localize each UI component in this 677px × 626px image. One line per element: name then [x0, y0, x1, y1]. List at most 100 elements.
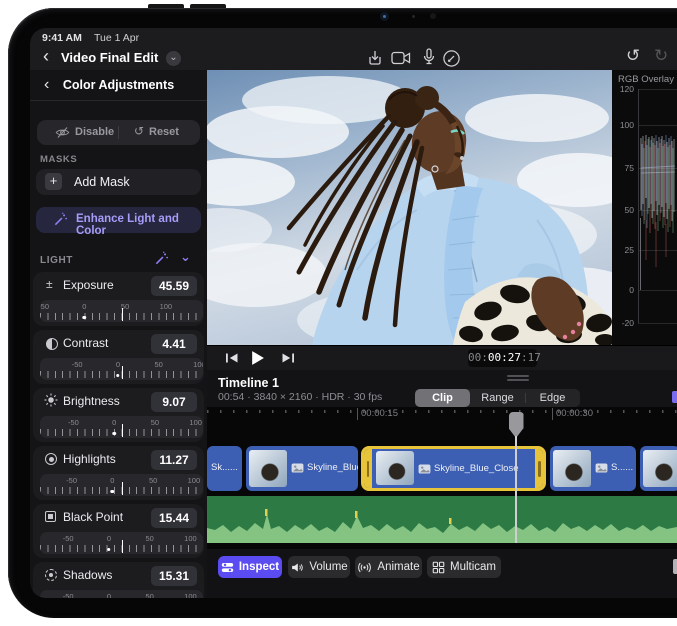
trim-handle-left[interactable]: [364, 449, 372, 488]
video-frame-image: [207, 70, 612, 345]
clip-3-selected[interactable]: Skyline_Blue_Close: [361, 446, 546, 491]
timeline-meta: 00:54 · 3840 × 2160 · HDR · 30 fps: [218, 391, 382, 403]
slider-shadows: Shadows 15.31 -50 0 50 100: [33, 562, 204, 598]
plus-icon: +: [45, 173, 62, 190]
clip-4[interactable]: S......: [550, 446, 636, 491]
multicam-label: Multicam: [450, 561, 496, 573]
timecode-minsec: 00:27: [488, 351, 521, 364]
mode-clip[interactable]: Clip: [415, 389, 470, 407]
play-icon[interactable]: [250, 350, 265, 366]
animate-button[interactable]: Animate: [355, 556, 422, 578]
mode-range[interactable]: Range: [470, 389, 525, 407]
drag-handle[interactable]: [507, 375, 529, 377]
mode-edge[interactable]: Edge: [525, 389, 580, 407]
clip-2[interactable]: Skyline_Blue_Wide: [246, 446, 358, 491]
slider-value[interactable]: 11.27: [151, 450, 197, 470]
value-cursor: [122, 424, 124, 437]
disable-button[interactable]: Disable: [75, 126, 114, 138]
slider-ruler[interactable]: -50 0 50 100: [40, 532, 203, 554]
slider-ruler[interactable]: -50 0 50 100: [40, 474, 203, 496]
clip-label: Skyline_Blue_Close: [434, 463, 519, 474]
slider-value[interactable]: 15.31: [151, 566, 197, 586]
timecode-display[interactable]: 00:00:27:17: [468, 349, 537, 367]
masks-section-label: MASKS: [40, 154, 77, 165]
drag-handle[interactable]: [507, 379, 529, 381]
slider-ruler[interactable]: -50 0 50 100: [40, 300, 203, 322]
tick-label: -50: [72, 360, 83, 369]
volume-button[interactable]: Volume: [288, 556, 350, 578]
previous-frame-icon[interactable]: [225, 352, 239, 364]
add-mask-button[interactable]: + Add Mask: [36, 169, 201, 195]
enhance-button[interactable]: Enhance Light and Color: [36, 207, 201, 233]
scope-tick-75: 75: [612, 163, 634, 173]
slider-highlights: Highlights 11.27 -50 0 50 100: [33, 446, 204, 500]
clip-1[interactable]: Sk......: [207, 446, 242, 491]
camera-glint: [383, 15, 386, 18]
clipped-right-icon[interactable]: [673, 559, 677, 574]
back-icon[interactable]: ‹: [43, 47, 49, 65]
reset-button[interactable]: Reset: [149, 126, 179, 138]
clip-5[interactable]: [640, 446, 677, 491]
timeline-ruler-ticks[interactable]: [207, 410, 677, 413]
slider-value[interactable]: 45.59: [151, 276, 197, 296]
slider-label: Brightness: [63, 394, 120, 408]
audio-track[interactable]: [207, 496, 677, 543]
next-frame-icon[interactable]: [281, 352, 295, 364]
slider-contrast: Contrast 4.41 -50 0 50 100: [33, 330, 204, 384]
scope-tick-50: 50: [612, 205, 634, 215]
playhead-handle[interactable]: [509, 412, 524, 438]
photo-icon: [595, 463, 608, 473]
trim-handle-right[interactable]: [535, 449, 543, 488]
clip-label: Sk......: [211, 462, 238, 473]
timecode-frames: :17: [521, 351, 541, 364]
record-camera-icon[interactable]: [391, 51, 411, 65]
redo-icon[interactable]: ↻: [654, 46, 668, 66]
multicam-button[interactable]: Multicam: [427, 556, 501, 578]
tick-label: -50: [63, 592, 74, 598]
brightness-sun-icon: [44, 393, 58, 407]
microphone-icon[interactable]: [422, 48, 436, 66]
divider: [30, 100, 207, 101]
video-viewer[interactable]: [207, 70, 612, 345]
slider-exposure: ± Exposure 45.59 -50 0 50 100: [33, 272, 204, 326]
scope-tick-neg20: -20: [612, 318, 634, 328]
screen: 9:41 AM Tue 1 Apr ‹ Video Final Edit ⌄: [30, 28, 677, 598]
project-menu-chevron-icon[interactable]: ⌄: [166, 51, 181, 66]
zero-dot: [112, 432, 116, 436]
value-cursor: [122, 366, 124, 379]
clip-label: Skyline_Blue_Wide: [307, 462, 358, 473]
slider-value[interactable]: 4.41: [151, 334, 197, 354]
zero-dot: [111, 490, 115, 494]
clip-label: S......: [611, 462, 633, 473]
zero-dot: [83, 316, 87, 320]
tick-label: 100: [184, 534, 197, 543]
scope-tick-25: 25: [612, 245, 634, 255]
slider-ruler[interactable]: -50 0 50 100: [40, 416, 203, 438]
playhead-line: [515, 436, 517, 543]
contrast-icon: [46, 338, 58, 350]
slider-ruler[interactable]: -50 0 50 100: [40, 358, 203, 380]
light-wand-icon[interactable]: [154, 251, 169, 266]
undo-icon[interactable]: ↺: [626, 46, 640, 66]
pencil-tools-icon[interactable]: [442, 49, 461, 68]
speaker-icon: [290, 561, 304, 574]
light-collapse-chevron-icon[interactable]: ⌄: [180, 249, 191, 265]
eye-slash-icon: [55, 126, 70, 139]
slider-ruler[interactable]: -50 0 50 100: [40, 590, 203, 598]
slider-label: Contrast: [63, 336, 108, 350]
timeline-name[interactable]: Timeline 1: [218, 376, 279, 390]
zero-dot: [107, 548, 111, 552]
value-cursor: [122, 308, 124, 321]
inspect-button[interactable]: Inspect: [218, 556, 282, 578]
tick-label: -50: [40, 302, 49, 311]
highlights-icon: [45, 453, 57, 465]
export-icon[interactable]: [366, 49, 384, 67]
add-mask-label: Add Mask: [74, 175, 130, 189]
slider-value[interactable]: 9.07: [151, 392, 197, 412]
tick-label: 100: [188, 476, 201, 485]
clipped-edge-button[interactable]: [672, 391, 677, 403]
audio-waveform: [207, 496, 677, 543]
clip-thumbnail: [376, 451, 414, 485]
project-title[interactable]: Video Final Edit: [61, 50, 158, 65]
slider-value[interactable]: 15.44: [151, 508, 197, 528]
